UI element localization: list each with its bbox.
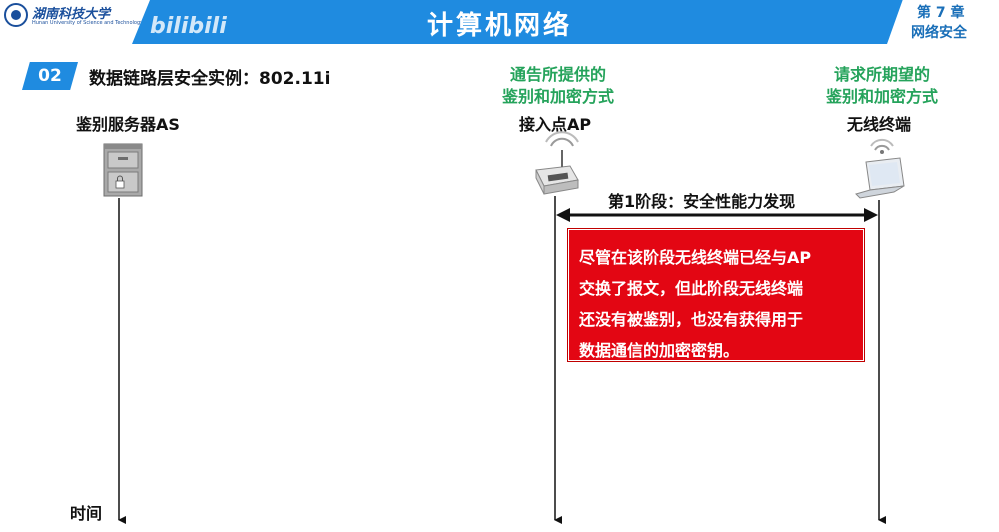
note-line-4: 数据通信的加密密钥。 <box>579 341 740 360</box>
note-box: 尽管在该阶段无线终端已经与AP 交换了报文，但此阶段无线终端 还没有被鉴别，也没… <box>568 229 864 361</box>
note-line-2: 交换了报文，但此阶段无线终端 <box>579 279 804 298</box>
phase-label: 第1阶段：安全性能力发现 <box>608 192 796 211</box>
time-axis-label: 时间 <box>70 504 103 523</box>
note-line-3: 还没有被鉴别，也没有获得用于 <box>579 310 804 329</box>
server-icon <box>103 143 143 197</box>
note-line-1: 尽管在该阶段无线终端已经与AP <box>579 248 812 267</box>
access-point-icon <box>535 131 579 195</box>
laptop-icon <box>855 139 905 199</box>
